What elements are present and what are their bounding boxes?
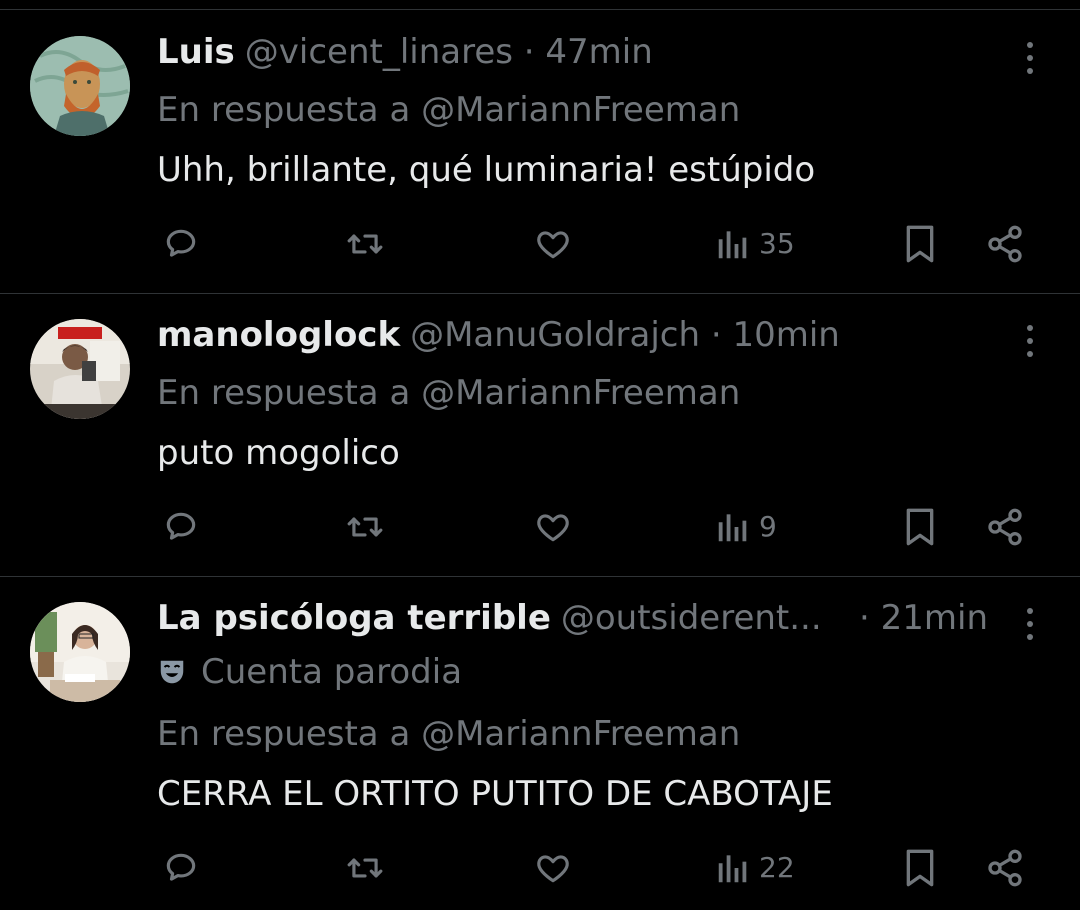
- bookmark-icon: [906, 225, 934, 263]
- avatar-van-gogh-image: [30, 36, 130, 136]
- timestamp[interactable]: 47min: [545, 32, 652, 72]
- avatar-photo-woman-image: [30, 602, 130, 702]
- separator-dot: ·: [858, 598, 870, 638]
- display-name[interactable]: La psicóloga terrible: [157, 598, 551, 638]
- reply-icon: [166, 853, 196, 881]
- share-icon: [988, 849, 1022, 887]
- bookmark-button[interactable]: [902, 219, 938, 269]
- parody-account-label: Cuenta parodia: [157, 650, 462, 694]
- separator-dot: ·: [710, 315, 722, 355]
- views-button[interactable]: 35: [715, 219, 795, 269]
- bookmark-button[interactable]: [902, 843, 938, 893]
- views-chart-icon: [718, 514, 747, 542]
- top-divider: [0, 0, 1080, 10]
- display-name[interactable]: manologlock: [157, 315, 400, 355]
- reply-icon: [166, 512, 196, 540]
- heart-icon: [537, 855, 569, 883]
- reply-to-label[interactable]: En respuesta a @MariannFreeman: [157, 712, 740, 756]
- like-button[interactable]: [533, 502, 573, 552]
- reply-button[interactable]: [162, 502, 200, 552]
- views-count: 9: [759, 510, 777, 543]
- views-chart-icon: [718, 855, 747, 883]
- tweet-header: Luis @vicent_linares · 47min: [157, 30, 653, 74]
- views-button[interactable]: 9: [715, 502, 777, 552]
- tweet-text: CERRA EL ORTITO PUTITO DE CABOTAJE: [157, 774, 833, 814]
- reply-button[interactable]: [162, 219, 200, 269]
- share-icon: [988, 508, 1022, 546]
- timestamp[interactable]: 10min: [732, 315, 839, 355]
- like-button[interactable]: [533, 843, 573, 893]
- views-count: 35: [759, 227, 795, 260]
- retweet-button[interactable]: [344, 502, 386, 552]
- parody-label-text: Cuenta parodia: [201, 652, 463, 692]
- tweet-header: manologlock @ManuGoldrajch · 10min: [157, 313, 840, 357]
- retweet-icon: [347, 234, 383, 254]
- like-button[interactable]: [533, 219, 573, 269]
- tweet-reply[interactable]: Luis @vicent_linares · 47min En respuesta…: [0, 12, 1080, 294]
- tweet-reply[interactable]: La psicóloga terrible @outsiderent... · 2…: [0, 578, 1080, 910]
- bookmark-icon: [906, 849, 934, 887]
- timestamp[interactable]: 21min: [881, 598, 988, 638]
- share-icon: [988, 225, 1022, 263]
- avatar[interactable]: [30, 319, 130, 419]
- username[interactable]: @vicent_linares: [245, 32, 513, 72]
- tweet-reply[interactable]: manologlock @ManuGoldrajch · 10min En res…: [0, 295, 1080, 577]
- retweet-icon: [347, 517, 383, 537]
- views-count: 22: [759, 851, 795, 884]
- reply-to-label[interactable]: En respuesta a @MariannFreeman: [157, 371, 740, 415]
- username[interactable]: @outsiderent...: [561, 596, 822, 640]
- more-options-icon[interactable]: [1020, 325, 1040, 361]
- avatar[interactable]: [30, 602, 130, 702]
- reply-icon: [166, 229, 196, 257]
- retweet-icon: [347, 858, 383, 878]
- share-button[interactable]: [985, 219, 1025, 269]
- share-button[interactable]: [985, 502, 1025, 552]
- retweet-button[interactable]: [344, 843, 386, 893]
- views-chart-icon: [718, 231, 747, 259]
- action-bar: 22: [0, 843, 1080, 893]
- timestamp-group: · 21min: [859, 596, 988, 640]
- action-bar: 9: [0, 502, 1080, 552]
- display-name[interactable]: Luis: [157, 32, 235, 72]
- avatar-photo-man-image: [30, 319, 130, 419]
- more-options-icon[interactable]: [1020, 608, 1040, 644]
- reply-to-label[interactable]: En respuesta a @MariannFreeman: [157, 88, 740, 132]
- avatar[interactable]: [30, 36, 130, 136]
- username[interactable]: @ManuGoldrajch: [410, 315, 700, 355]
- tweet-text: Uhh, brillante, qué luminaria! estúpido: [157, 150, 816, 190]
- heart-icon: [537, 231, 569, 259]
- tweet-header: La psicóloga terrible @outsiderent...: [157, 596, 822, 640]
- tweet-text: puto mogolico: [157, 433, 400, 473]
- retweet-button[interactable]: [344, 219, 386, 269]
- more-options-icon[interactable]: [1020, 42, 1040, 78]
- heart-icon: [537, 514, 569, 542]
- share-button[interactable]: [985, 843, 1025, 893]
- bookmark-icon: [906, 508, 934, 546]
- bookmark-button[interactable]: [902, 502, 938, 552]
- separator-dot: ·: [523, 32, 535, 72]
- theater-mask-icon: [160, 660, 184, 684]
- views-button[interactable]: 22: [715, 843, 795, 893]
- action-bar: 35: [0, 219, 1080, 269]
- reply-button[interactable]: [162, 843, 200, 893]
